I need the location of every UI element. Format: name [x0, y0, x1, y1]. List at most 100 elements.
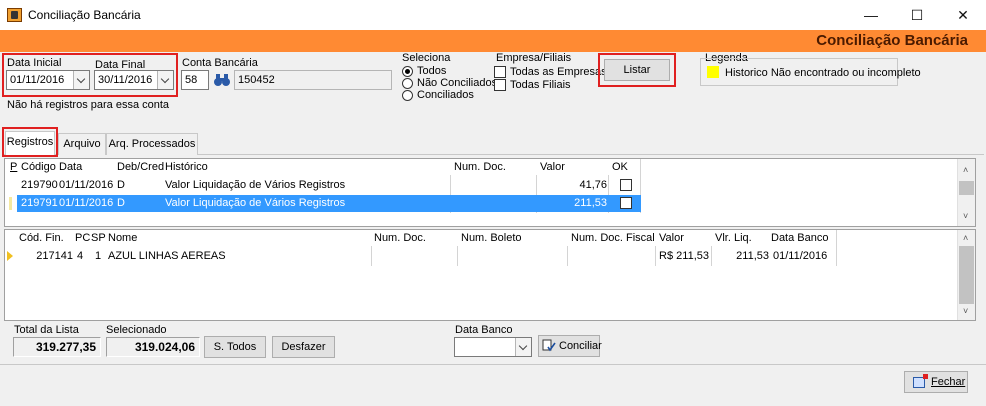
scroll-up-icon[interactable]: ˄: [963, 165, 968, 175]
col-sp[interactable]: SP: [91, 232, 106, 244]
scroll-up-icon[interactable]: ˄: [963, 233, 968, 243]
radio-nao-conciliados[interactable]: [402, 78, 413, 89]
fechar-button[interactable]: Fechar: [904, 371, 968, 393]
conta-code-value: 58: [185, 74, 198, 86]
binoculars-icon[interactable]: [213, 72, 231, 88]
legend-swatch: [707, 66, 719, 78]
listar-button[interactable]: Listar: [604, 59, 670, 81]
radio-conciliados-label: Conciliados: [417, 89, 474, 101]
conta-number-value: 150452: [238, 74, 275, 86]
radio-todos-label: Todos: [417, 65, 447, 77]
table-row[interactable]: 217141 4 1 AZUL LINHAS AEREAS R$ 211,53 …: [17, 248, 832, 265]
title-bar: Conciliação Bancária — ☐ ✕: [0, 0, 986, 30]
cell-pc: 4: [77, 250, 84, 262]
scroll-thumb[interactable]: [959, 181, 974, 195]
total-label: Total da Lista: [14, 324, 79, 336]
ok-checkbox[interactable]: [620, 179, 632, 191]
data-inicial-value: 01/11/2016: [10, 74, 65, 86]
cell-codigo: 219791: [21, 197, 58, 209]
ok-checkbox[interactable]: [620, 197, 632, 209]
col-p[interactable]: P: [10, 161, 17, 173]
databanco-label: Data Banco: [455, 324, 513, 336]
col-databanco[interactable]: Data Banco: [771, 232, 828, 244]
selecionar-todos-button[interactable]: S. Todos: [204, 336, 266, 358]
window-title: Conciliação Bancária: [28, 8, 141, 22]
cell-databanco: 01/11/2016: [773, 250, 828, 262]
cell-data: 01/11/2016: [59, 197, 114, 209]
col-ok[interactable]: OK: [612, 161, 628, 173]
col-numboleto[interactable]: Num. Boleto: [461, 232, 522, 244]
data-final-combo[interactable]: 30/11/2016: [94, 70, 174, 90]
cell-data: 01/11/2016: [59, 179, 114, 191]
radio-todos[interactable]: [402, 66, 413, 77]
col-codigo[interactable]: Código: [21, 161, 56, 173]
scroll-down-icon[interactable]: ˅: [963, 211, 968, 221]
legenda-text: Historico Não encontrado ou incompleto: [725, 67, 921, 79]
col-valor[interactable]: Valor: [540, 161, 565, 173]
tab-arq-processados[interactable]: Arq. Processados: [106, 133, 198, 155]
total-value: 319.277,35: [13, 337, 101, 357]
col-data[interactable]: Data: [59, 161, 82, 173]
conciliar-label: Conciliar: [559, 340, 602, 352]
data-inicial-label: Data Inicial: [7, 57, 62, 69]
col-nome[interactable]: Nome: [108, 232, 137, 244]
cell-codigo: 219790: [21, 179, 58, 191]
todas-filiais-checkbox[interactable]: [494, 79, 506, 91]
conta-label: Conta Bancária: [182, 57, 258, 69]
cell-historico: Valor Liquidação de Vários Registros: [165, 197, 346, 209]
tab-registros-highlight: [2, 127, 58, 157]
col-numdoc[interactable]: Num. Doc.: [454, 161, 506, 173]
app-icon: [7, 8, 22, 22]
data-inicial-combo[interactable]: 01/11/2016: [6, 70, 90, 90]
table-row[interactable]: 219791 01/11/2016 D Valor Liquidação de …: [17, 195, 641, 212]
row-indicator: [9, 197, 12, 210]
scroll-down-icon[interactable]: ˅: [963, 306, 968, 316]
selecionado-label: Selecionado: [106, 324, 167, 336]
selecionado-value: 319.024,06: [106, 337, 200, 357]
conciliar-button[interactable]: Conciliar: [538, 335, 602, 357]
close-button[interactable]: ✕: [940, 0, 986, 30]
minimize-button[interactable]: —: [848, 0, 894, 30]
cell-codfin: 217141: [36, 250, 73, 262]
data-final-value: 30/11/2016: [98, 74, 153, 86]
detalhes-grid[interactable]: Cód. Fin. PC SP Nome Num. Doc. Num. Bole…: [4, 229, 976, 321]
chevron-down-icon[interactable]: [157, 71, 173, 89]
cell-valor: 41,76: [579, 179, 607, 191]
registros-grid[interactable]: P Código Data Deb/Cred Histórico Num. Do…: [4, 158, 976, 227]
todas-empresas-checkbox[interactable]: [494, 66, 506, 78]
conta-code-field[interactable]: 58: [181, 70, 209, 90]
status-message: Não há registros para essa conta: [7, 99, 170, 111]
cell-sp: 1: [95, 250, 102, 262]
cell-debcred: D: [117, 179, 125, 191]
desfazer-button[interactable]: Desfazer: [272, 336, 335, 358]
registros-scrollbar[interactable]: ˄ ˅: [957, 159, 975, 226]
col-codfin[interactable]: Cód. Fin.: [19, 232, 64, 244]
databanco-combo[interactable]: [454, 337, 532, 357]
cell-valor: R$ 211,53: [659, 250, 709, 262]
cell-vlrliq: 211,53: [736, 250, 769, 262]
table-row[interactable]: 219790 01/11/2016 D Valor Liquidação de …: [17, 177, 641, 194]
col-historico[interactable]: Histórico: [165, 161, 208, 173]
detalhes-scrollbar[interactable]: ˄ ˅: [957, 230, 975, 320]
row-indicator-arrow: [7, 250, 13, 262]
header-bar: Conciliação Bancária: [0, 30, 986, 52]
chevron-down-icon[interactable]: [73, 71, 89, 89]
empresa-label: Empresa/Filiais: [496, 52, 572, 64]
tab-arquivo[interactable]: Arquivo: [58, 133, 106, 155]
col-numdoc[interactable]: Num. Doc.: [374, 232, 426, 244]
col-numdocfiscal[interactable]: Num. Doc. Fiscal: [571, 232, 655, 244]
col-valor[interactable]: Valor: [659, 232, 684, 244]
col-debcred[interactable]: Deb/Cred: [117, 161, 164, 173]
scroll-thumb[interactable]: [959, 246, 974, 304]
bottom-bar: [0, 364, 986, 406]
maximize-button[interactable]: ☐: [894, 0, 940, 30]
radio-conciliados[interactable]: [402, 90, 413, 101]
chevron-down-icon[interactable]: [515, 338, 531, 356]
seleciona-label: Seleciona: [402, 52, 451, 64]
col-pc[interactable]: PC: [75, 232, 90, 244]
cell-valor: 211,53: [574, 197, 607, 209]
todas-empresas-label: Todas as Empresas: [510, 66, 607, 78]
exit-icon: [913, 374, 928, 388]
cell-nome: AZUL LINHAS AEREAS: [108, 250, 226, 262]
col-vlrliq[interactable]: Vlr. Liq.: [715, 232, 752, 244]
